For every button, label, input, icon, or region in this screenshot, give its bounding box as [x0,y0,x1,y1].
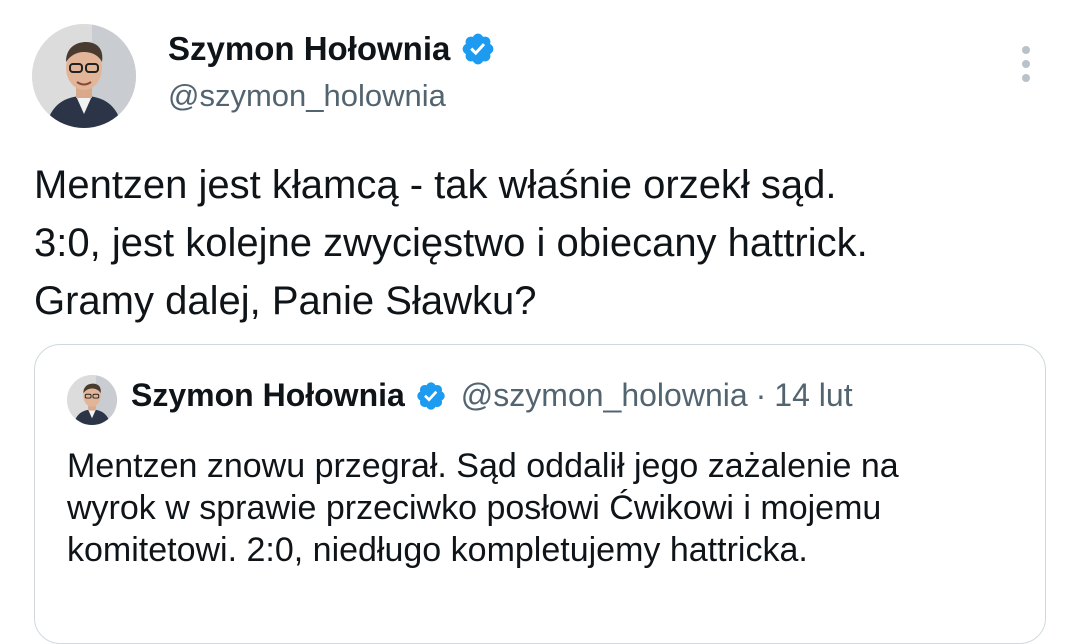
quoted-text-line: wyrok w sprawie przeciwko posłowi Ćwikow… [67,489,882,527]
quoted-text-line: Mentzen znowu przegrał. Sąd oddalił jego… [67,447,899,485]
verified-badge-icon [415,380,447,412]
author-name-row: Szymon Hołownia [168,30,496,68]
more-vertical-icon[interactable] [1014,46,1038,86]
author-handle[interactable]: @szymon_holownia [168,78,446,114]
quoted-text-line: komitetowi. 2:0, niedługo kompletujemy h… [67,531,808,569]
quoted-date[interactable]: 14 lut [774,377,852,414]
quoted-avatar [67,375,117,425]
quoted-tweet-text: Mentzen znowu przegrał. Sąd oddalił jego… [67,445,1027,571]
tweet: Szymon Hołownia @szymon_holownia Mentzen… [0,0,1080,644]
quoted-author-handle: @szymon_holownia [460,377,748,413]
quoted-separator: · [755,377,767,413]
author-display-name[interactable]: Szymon Hołownia [168,30,450,68]
avatar[interactable] [32,24,136,128]
quoted-header: Szymon Hołownia @szymon_holownia · 14 lu… [131,377,853,414]
tweet-text: Mentzen jest kłamcą - tak właśnie orzekł… [34,156,1054,330]
tweet-text-line: Gramy dalej, Panie Sławku? [34,279,537,323]
tweet-text-line: Mentzen jest kłamcą - tak właśnie orzekł… [34,163,837,207]
quoted-author-display-name: Szymon Hołownia [131,377,405,413]
quoted-tweet[interactable]: Szymon Hołownia @szymon_holownia · 14 lu… [34,344,1046,644]
verified-badge-icon [460,31,496,67]
tweet-text-line: 3:0, jest kolejne zwycięstwo i obiecany … [34,221,868,265]
